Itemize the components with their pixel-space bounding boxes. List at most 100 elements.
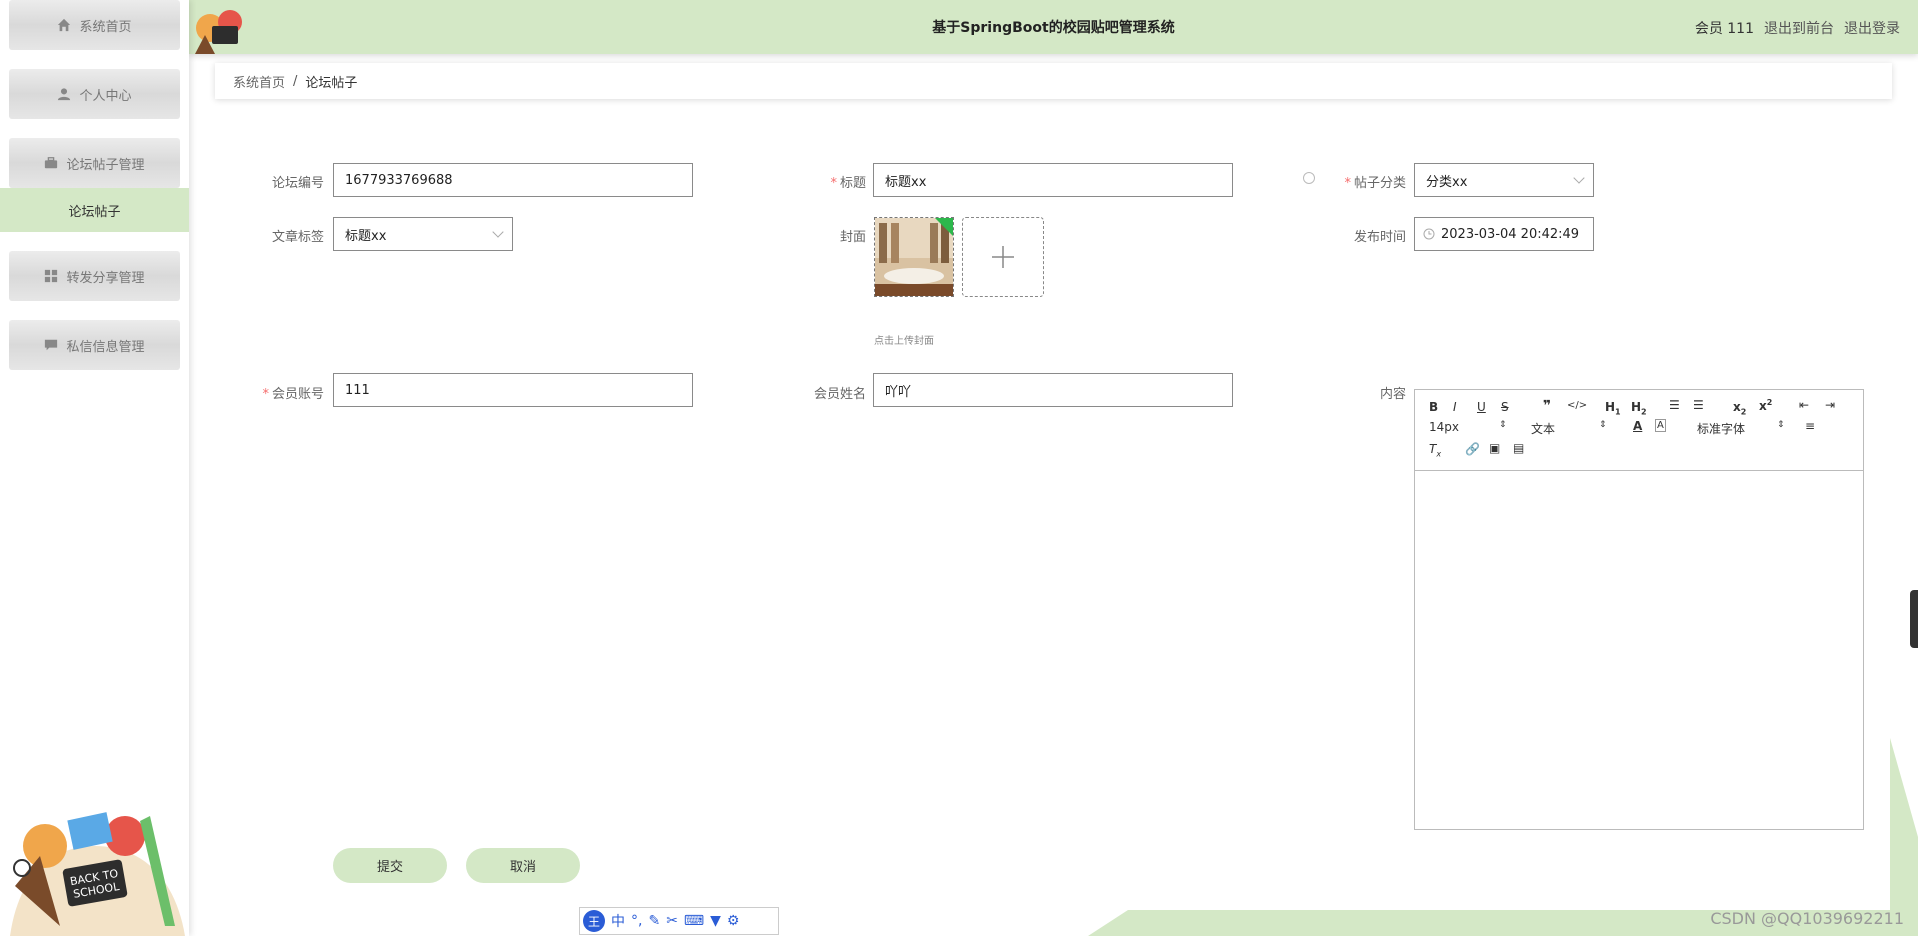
submit-button[interactable]: 提交 <box>333 848 447 883</box>
logout-link[interactable]: 退出登录 <box>1844 18 1900 38</box>
cancel-button[interactable]: 取消 <box>466 848 580 883</box>
blockquote-icon[interactable]: ❞ <box>1543 398 1551 414</box>
category-label: * 帖子分类 <box>1330 172 1406 191</box>
required-mark: * <box>262 387 269 402</box>
link-icon[interactable]: 🔗 <box>1465 442 1480 456</box>
tag-value: 标题xx <box>345 228 387 244</box>
sort-arrows-icon: ⇕ <box>1777 420 1785 430</box>
clock-icon <box>1423 228 1435 240</box>
decorative-side-shape <box>1890 738 1918 936</box>
forum-no-label: 论坛编号 <box>271 176 324 191</box>
sidebar-item-label: 个人中心 <box>79 88 132 104</box>
side-scroll-tab[interactable] <box>1910 590 1918 648</box>
category-label-text: 帖子分类 <box>1353 176 1406 191</box>
font-family-value: 标准字体 <box>1697 422 1746 436</box>
sidebar-subitem-forum-post[interactable]: 论坛帖子 <box>0 188 189 232</box>
ime-settings-icon[interactable]: ⚙ <box>727 913 740 929</box>
member-account-label-text: 会员账号 <box>271 387 324 402</box>
upload-cover-button[interactable] <box>962 217 1044 297</box>
back-to-frontend-link[interactable]: 退出到前台 <box>1764 18 1834 38</box>
chat-icon <box>45 339 58 351</box>
member-account-input[interactable]: 111 <box>333 373 693 407</box>
cover-upload-hint: 点击上传封面 <box>874 336 934 347</box>
font-size-select[interactable]: 14px <box>1429 420 1459 434</box>
cover-image[interactable] <box>874 217 954 297</box>
underline-icon[interactable]: U <box>1477 400 1486 414</box>
header2-icon[interactable]: H2 <box>1631 400 1647 416</box>
background-color-icon[interactable]: A <box>1655 419 1666 432</box>
ordered-list-icon[interactable]: ☰ <box>1669 398 1680 412</box>
sidebar-item-forum-manage[interactable]: 论坛帖子管理 <box>9 138 180 188</box>
chevron-down-icon <box>492 226 504 238</box>
ime-scissors-icon[interactable]: ✂ <box>666 913 678 929</box>
text-color-icon[interactable]: A <box>1633 419 1642 433</box>
chevron-down-icon <box>1573 172 1585 184</box>
editor-content-area[interactable] <box>1415 471 1863 829</box>
briefcase-icon <box>45 157 58 169</box>
header-select[interactable]: 文本 <box>1531 420 1555 437</box>
text-type-value: 文本 <box>1531 422 1556 436</box>
cover-label: 封面 <box>839 230 866 245</box>
bullet-list-icon[interactable]: ☰ <box>1693 398 1704 412</box>
sidebar-item-label: 系统首页 <box>79 19 132 35</box>
ime-chinese-toggle[interactable]: 中 <box>611 911 625 931</box>
title-label-text: 标题 <box>839 176 866 191</box>
plus-icon <box>992 246 1014 268</box>
sidebar-item-label: 私信信息管理 <box>66 339 145 355</box>
member-account-label: * 会员账号 <box>240 383 324 402</box>
font-family-select[interactable]: 标准字体 <box>1697 420 1745 437</box>
category-value: 分类xx <box>1426 174 1468 190</box>
required-mark: * <box>1344 176 1351 191</box>
ime-punctuation-icon[interactable]: °, <box>631 913 642 929</box>
ime-keyboard-icon[interactable]: ⌨ <box>684 913 704 929</box>
italic-icon[interactable]: I <box>1453 400 1457 414</box>
current-user: 会员 111 <box>1694 21 1754 37</box>
clear-format-icon[interactable]: Tx <box>1429 442 1441 458</box>
bold-icon[interactable]: B <box>1429 400 1438 414</box>
image-icon[interactable]: ▣ <box>1489 441 1500 455</box>
strike-icon[interactable]: S <box>1501 400 1509 414</box>
header1-icon[interactable]: H1 <box>1605 400 1621 416</box>
title-label: * 标题 <box>790 172 866 191</box>
home-icon <box>58 18 71 32</box>
clear-icon[interactable] <box>1303 172 1315 184</box>
breadcrumb-separator: / <box>293 73 298 89</box>
forum-no-input[interactable]: 1677933769688 <box>333 163 693 197</box>
outdent-icon[interactable]: ⇤ <box>1799 398 1809 412</box>
ime-logo-icon[interactable]: 王 <box>583 910 605 932</box>
member-name-input[interactable]: 吖吖 <box>873 373 1233 407</box>
tag-select[interactable]: 标题xx <box>333 217 513 251</box>
breadcrumb: 系统首页 / 论坛帖子 <box>215 63 1892 99</box>
sidebar-item-label: 论坛帖子管理 <box>66 157 145 173</box>
title-input[interactable]: 标题xx <box>873 163 1233 197</box>
back-to-school-illustration: BACK TO SCHOOL <box>10 812 185 936</box>
sidebar-item-home[interactable]: 系统首页 <box>9 0 180 50</box>
subscript-icon[interactable]: x2 <box>1733 400 1746 416</box>
watermark: CSDN @QQ1039692211 <box>1710 909 1904 928</box>
publish-time-label: 发布时间 <box>1353 230 1406 245</box>
code-icon[interactable]: </> <box>1567 400 1587 411</box>
content-editor: B I U S ❞ </> H1 H2 ☰ ☰ x2 x2 ⇤ ⇥ 14px ⇕… <box>1414 389 1864 830</box>
top-header: 基于SpringBoot的校园贴吧管理系统 会员 111 退出到前台 退出登录 <box>189 0 1918 54</box>
superscript-icon[interactable]: x2 <box>1759 398 1772 413</box>
publish-time-input[interactable]: 2023-03-04 20:42:49 <box>1414 217 1594 251</box>
grid-icon <box>45 269 58 283</box>
sidebar-item-label: 转发分享管理 <box>66 270 145 286</box>
sidebar: 系统首页 个人中心 论坛帖子管理 论坛帖子 转发分享管理 私信信息管理 BACK… <box>0 0 189 936</box>
user-icon <box>58 88 71 101</box>
category-select[interactable]: 分类xx <box>1414 163 1594 197</box>
sidebar-item-message-manage[interactable]: 私信信息管理 <box>9 320 180 370</box>
ime-pen-icon[interactable]: ✎ <box>648 913 660 929</box>
required-mark: * <box>830 176 837 191</box>
member-name-label: 会员姓名 <box>813 387 866 402</box>
sidebar-item-share-manage[interactable]: 转发分享管理 <box>9 251 180 301</box>
breadcrumb-home[interactable]: 系统首页 <box>233 72 285 91</box>
align-icon[interactable]: ≡ <box>1805 419 1815 433</box>
breadcrumb-current: 论坛帖子 <box>305 75 358 91</box>
video-icon[interactable]: ▤ <box>1513 441 1524 455</box>
ime-skin-icon[interactable]: ▼ <box>710 913 721 929</box>
sidebar-item-profile[interactable]: 个人中心 <box>9 69 180 119</box>
indent-icon[interactable]: ⇥ <box>1825 398 1835 412</box>
tag-label: 文章标签 <box>271 230 324 245</box>
content-label: 内容 <box>1379 387 1406 402</box>
